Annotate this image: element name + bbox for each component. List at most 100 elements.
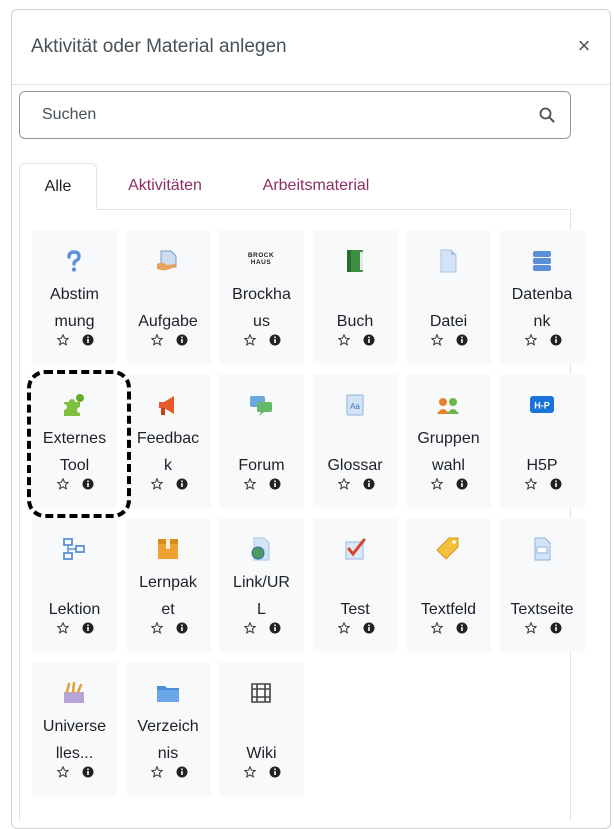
info-icon[interactable]: [456, 334, 468, 346]
module-tile[interactable]: H5P: [499, 374, 585, 508]
star-icon[interactable]: [150, 766, 163, 778]
star-icon[interactable]: [524, 478, 537, 490]
star-icon[interactable]: [150, 478, 163, 490]
module-tile[interactable]: Gruppen wahl: [406, 374, 491, 508]
module-tile[interactable]: Aufgabe: [125, 230, 211, 364]
module-label-line2: Glossar: [327, 457, 383, 474]
module-tile[interactable]: Textseite: [499, 518, 585, 652]
module-label-line2: Lektion: [48, 601, 101, 618]
info-icon[interactable]: [176, 478, 188, 490]
star-icon[interactable]: [524, 622, 537, 634]
info-icon[interactable]: [456, 478, 468, 490]
star-icon[interactable]: [244, 478, 256, 490]
module-tile[interactable]: Datei: [406, 230, 491, 364]
info-icon[interactable]: [363, 622, 375, 634]
dialog-header: Aktivität oder Material anlegen ×: [12, 10, 610, 85]
module-label-line2: Tool: [59, 457, 90, 474]
module-label-line1: Abstim: [50, 286, 99, 303]
info-icon[interactable]: [363, 478, 375, 490]
star-icon[interactable]: [244, 622, 256, 634]
module-tile[interactable]: Wiki: [219, 662, 304, 796]
star-icon[interactable]: [57, 334, 69, 346]
megaphone-icon: [155, 392, 181, 418]
module-tile[interactable]: Abstim mung: [32, 230, 117, 364]
search-input[interactable]: [40, 92, 524, 138]
star-icon[interactable]: [57, 622, 69, 634]
info-icon[interactable]: [82, 478, 94, 490]
module-label-line1: Feedbac: [136, 430, 200, 447]
module-label-line2: wahl: [432, 457, 465, 474]
info-icon[interactable]: [82, 622, 94, 634]
database-icon: [529, 248, 555, 274]
info-icon[interactable]: [550, 334, 562, 346]
star-icon[interactable]: [244, 766, 256, 778]
tab-activities[interactable]: Aktivitäten: [112, 163, 218, 209]
module-label-line2: mung: [54, 313, 95, 330]
info-icon[interactable]: [82, 766, 94, 778]
module-label-line1: Universe: [42, 718, 107, 735]
module-tile[interactable]: Datenba nk: [499, 230, 585, 364]
module-tile[interactable]: Textfeld: [406, 518, 491, 652]
info-icon[interactable]: [550, 478, 562, 490]
universal-icon: [61, 680, 87, 706]
module-label-line1: Link/UR: [233, 574, 290, 591]
group-choice-icon: [435, 392, 461, 418]
module-tile[interactable]: Link/UR L: [219, 518, 304, 652]
module-tile[interactable]: Lektion: [32, 518, 117, 652]
puzzle-icon: [61, 392, 87, 418]
module-label-line2: H5P: [526, 457, 558, 474]
glossary-icon: [342, 392, 368, 418]
module-tile[interactable]: Feedbac k: [125, 374, 211, 508]
module-tile[interactable]: Buch: [312, 230, 398, 364]
module-tile[interactable]: Test: [312, 518, 398, 652]
info-icon[interactable]: [176, 766, 188, 778]
info-icon[interactable]: [82, 334, 94, 346]
star-icon[interactable]: [57, 478, 69, 490]
star-icon[interactable]: [431, 334, 443, 346]
info-icon[interactable]: [269, 478, 281, 490]
info-icon[interactable]: [176, 334, 188, 346]
module-tile[interactable]: Externes Tool: [32, 374, 117, 508]
star-icon[interactable]: [337, 334, 350, 346]
star-icon[interactable]: [431, 622, 443, 634]
star-icon[interactable]: [524, 334, 537, 346]
star-icon[interactable]: [337, 478, 350, 490]
module-tile[interactable]: Verzeich nis: [125, 662, 211, 796]
info-icon[interactable]: [269, 622, 281, 634]
info-icon[interactable]: [363, 334, 375, 346]
lesson-icon: [61, 536, 87, 562]
star-icon[interactable]: [150, 622, 163, 634]
info-icon[interactable]: [176, 622, 188, 634]
module-label-line1: Externes: [42, 430, 107, 447]
tab-all[interactable]: Alle: [19, 163, 97, 210]
star-icon[interactable]: [57, 766, 69, 778]
module-label-line2: nk: [533, 313, 551, 330]
star-icon[interactable]: [244, 334, 256, 346]
wiki-icon: [248, 680, 274, 706]
module-label-line2: lles...: [55, 745, 94, 762]
module-label-line2: Datei: [429, 313, 468, 330]
search-icon[interactable]: [538, 106, 556, 124]
close-button[interactable]: ×: [572, 32, 596, 60]
module-tile[interactable]: Lernpak et: [125, 518, 211, 652]
url-icon: [248, 536, 274, 562]
module-tile[interactable]: Universe lles...: [32, 662, 117, 796]
page-icon: [529, 536, 555, 562]
module-label-line1: Lernpak: [139, 574, 197, 591]
module-label-line1: Brockha: [232, 286, 291, 303]
info-icon[interactable]: [269, 334, 281, 346]
module-tile[interactable]: Glossar: [312, 374, 398, 508]
info-icon[interactable]: [269, 766, 281, 778]
module-label-line2: et: [161, 601, 175, 618]
brockhaus-logo-icon: BROCK HAUS: [247, 252, 275, 266]
info-icon[interactable]: [456, 622, 468, 634]
tab-resources[interactable]: Arbeitsmaterial: [241, 163, 391, 209]
info-icon[interactable]: [550, 622, 562, 634]
book-icon: [342, 248, 368, 274]
module-tile[interactable]: Forum: [219, 374, 304, 508]
assignment-icon: [155, 248, 181, 274]
module-tile[interactable]: BROCK HAUS Brockha us: [219, 230, 304, 364]
star-icon[interactable]: [337, 622, 350, 634]
star-icon[interactable]: [431, 478, 443, 490]
star-icon[interactable]: [150, 334, 163, 346]
